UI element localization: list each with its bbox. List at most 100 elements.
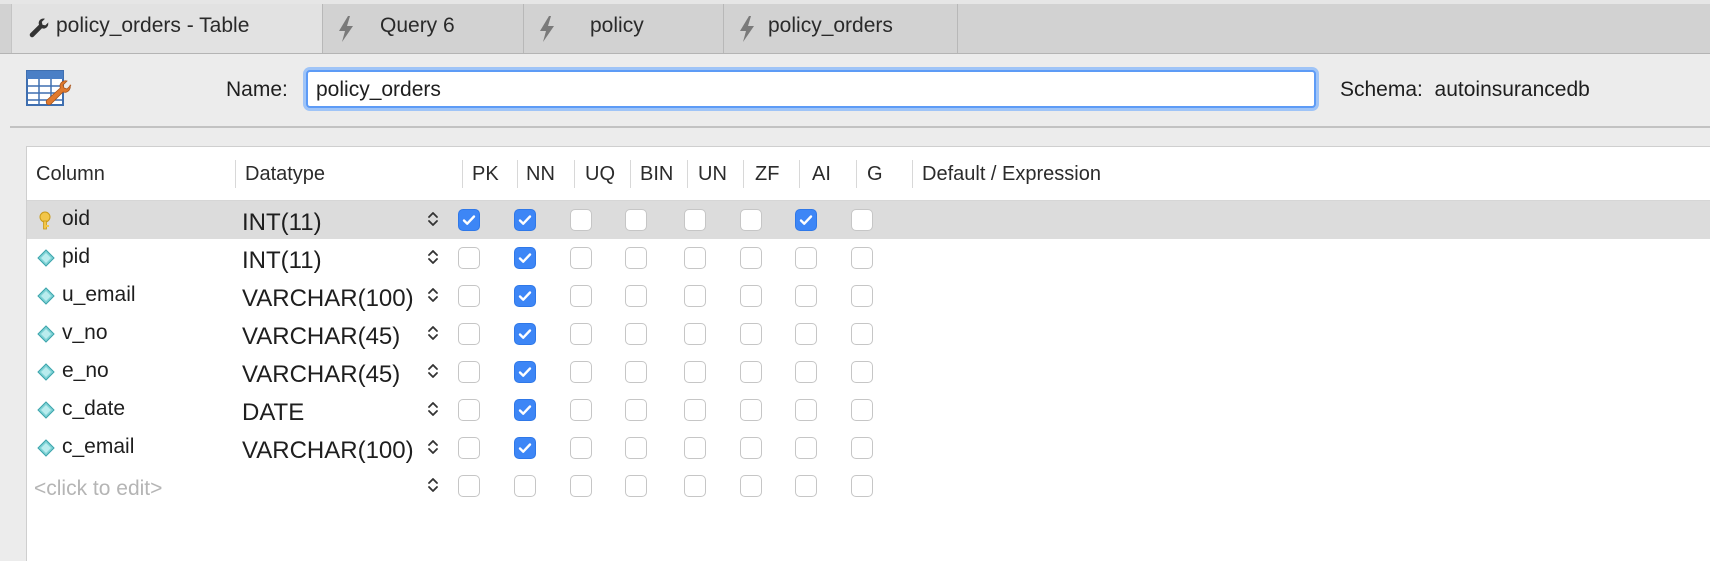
ai-checkbox[interactable]: [795, 437, 817, 459]
pk-checkbox[interactable]: [458, 475, 480, 497]
table-row[interactable]: u_email VARCHAR(100): [27, 277, 1710, 315]
g-checkbox[interactable]: [851, 475, 873, 497]
g-checkbox[interactable]: [851, 323, 873, 345]
un-checkbox[interactable]: [684, 247, 706, 269]
table-row[interactable]: e_no VARCHAR(45): [27, 353, 1710, 391]
uq-checkbox[interactable]: [570, 323, 592, 345]
column-datatype[interactable]: VARCHAR(45): [242, 361, 400, 389]
un-checkbox[interactable]: [684, 475, 706, 497]
column-datatype[interactable]: INT(11): [242, 209, 322, 237]
click-to-edit-placeholder[interactable]: <click to edit>: [34, 477, 162, 501]
uq-checkbox[interactable]: [570, 437, 592, 459]
datatype-stepper-icon[interactable]: [427, 248, 439, 271]
g-checkbox[interactable]: [851, 437, 873, 459]
zf-checkbox[interactable]: [740, 475, 762, 497]
column-name[interactable]: c_date: [62, 397, 125, 421]
zf-checkbox[interactable]: [740, 285, 762, 307]
table-row[interactable]: c_date DATE: [27, 391, 1710, 429]
column-name[interactable]: pid: [62, 245, 90, 269]
g-checkbox[interactable]: [851, 399, 873, 421]
un-checkbox[interactable]: [684, 399, 706, 421]
datatype-stepper-icon[interactable]: [427, 476, 439, 499]
ai-checkbox[interactable]: [795, 399, 817, 421]
un-checkbox[interactable]: [684, 323, 706, 345]
nn-checkbox[interactable]: [514, 247, 536, 269]
zf-checkbox[interactable]: [740, 247, 762, 269]
column-datatype[interactable]: VARCHAR(100): [242, 285, 414, 313]
pk-checkbox[interactable]: [458, 437, 480, 459]
bin-checkbox[interactable]: [625, 361, 647, 383]
ai-checkbox[interactable]: [795, 475, 817, 497]
uq-checkbox[interactable]: [570, 209, 592, 231]
pk-checkbox[interactable]: [458, 209, 480, 231]
pk-checkbox[interactable]: [458, 247, 480, 269]
uq-checkbox[interactable]: [570, 399, 592, 421]
uq-checkbox[interactable]: [570, 361, 592, 383]
g-checkbox[interactable]: [851, 209, 873, 231]
header-g[interactable]: G: [867, 163, 883, 186]
nn-checkbox[interactable]: [514, 323, 536, 345]
header-nn[interactable]: NN: [526, 163, 555, 186]
ai-checkbox[interactable]: [795, 323, 817, 345]
column-datatype[interactable]: DATE: [242, 399, 304, 427]
g-checkbox[interactable]: [851, 361, 873, 383]
datatype-stepper-icon[interactable]: [427, 286, 439, 309]
column-datatype[interactable]: VARCHAR(45): [242, 323, 400, 351]
column-name[interactable]: v_no: [62, 321, 108, 345]
nn-checkbox[interactable]: [514, 437, 536, 459]
new-column-row[interactable]: <click to edit>: [27, 467, 1710, 505]
column-name[interactable]: u_email: [62, 283, 136, 307]
uq-checkbox[interactable]: [570, 475, 592, 497]
header-zf[interactable]: ZF: [755, 163, 779, 186]
bin-checkbox[interactable]: [625, 437, 647, 459]
bin-checkbox[interactable]: [625, 285, 647, 307]
nn-checkbox[interactable]: [514, 209, 536, 231]
ai-checkbox[interactable]: [795, 247, 817, 269]
datatype-stepper-icon[interactable]: [427, 400, 439, 423]
datatype-stepper-icon[interactable]: [427, 324, 439, 347]
column-name[interactable]: e_no: [62, 359, 109, 383]
bin-checkbox[interactable]: [625, 399, 647, 421]
uq-checkbox[interactable]: [570, 247, 592, 269]
column-datatype[interactable]: VARCHAR(100): [242, 437, 414, 465]
header-bin[interactable]: BIN: [640, 163, 673, 186]
table-name-input[interactable]: policy_orders: [306, 70, 1316, 108]
ai-checkbox[interactable]: [795, 209, 817, 231]
zf-checkbox[interactable]: [740, 437, 762, 459]
uq-checkbox[interactable]: [570, 285, 592, 307]
pk-checkbox[interactable]: [458, 361, 480, 383]
bin-checkbox[interactable]: [625, 475, 647, 497]
table-row[interactable]: c_email VARCHAR(100): [27, 429, 1710, 467]
bin-checkbox[interactable]: [625, 209, 647, 231]
g-checkbox[interactable]: [851, 247, 873, 269]
un-checkbox[interactable]: [684, 361, 706, 383]
tab-policy[interactable]: policy: [524, 4, 724, 53]
column-datatype[interactable]: INT(11): [242, 247, 322, 275]
column-name[interactable]: c_email: [62, 435, 134, 459]
g-checkbox[interactable]: [851, 285, 873, 307]
tab-policy-orders-table[interactable]: policy_orders - Table: [11, 4, 323, 53]
nn-checkbox[interactable]: [514, 475, 536, 497]
tab-policy-orders[interactable]: policy_orders: [724, 4, 958, 53]
nn-checkbox[interactable]: [514, 285, 536, 307]
table-row[interactable]: pid INT(11): [27, 239, 1710, 277]
ai-checkbox[interactable]: [795, 285, 817, 307]
tab-query-6[interactable]: Query 6: [323, 4, 524, 53]
header-uq[interactable]: UQ: [585, 163, 615, 186]
column-name[interactable]: oid: [62, 207, 90, 231]
header-default-expression[interactable]: Default / Expression: [922, 163, 1101, 186]
header-ai[interactable]: AI: [812, 163, 831, 186]
zf-checkbox[interactable]: [740, 323, 762, 345]
header-un[interactable]: UN: [698, 163, 727, 186]
bin-checkbox[interactable]: [625, 323, 647, 345]
header-pk[interactable]: PK: [472, 163, 499, 186]
nn-checkbox[interactable]: [514, 361, 536, 383]
datatype-stepper-icon[interactable]: [427, 438, 439, 461]
table-row[interactable]: oid INT(11): [27, 201, 1710, 239]
bin-checkbox[interactable]: [625, 247, 647, 269]
pk-checkbox[interactable]: [458, 399, 480, 421]
pk-checkbox[interactable]: [458, 285, 480, 307]
header-column[interactable]: Column: [36, 163, 105, 186]
zf-checkbox[interactable]: [740, 361, 762, 383]
un-checkbox[interactable]: [684, 285, 706, 307]
